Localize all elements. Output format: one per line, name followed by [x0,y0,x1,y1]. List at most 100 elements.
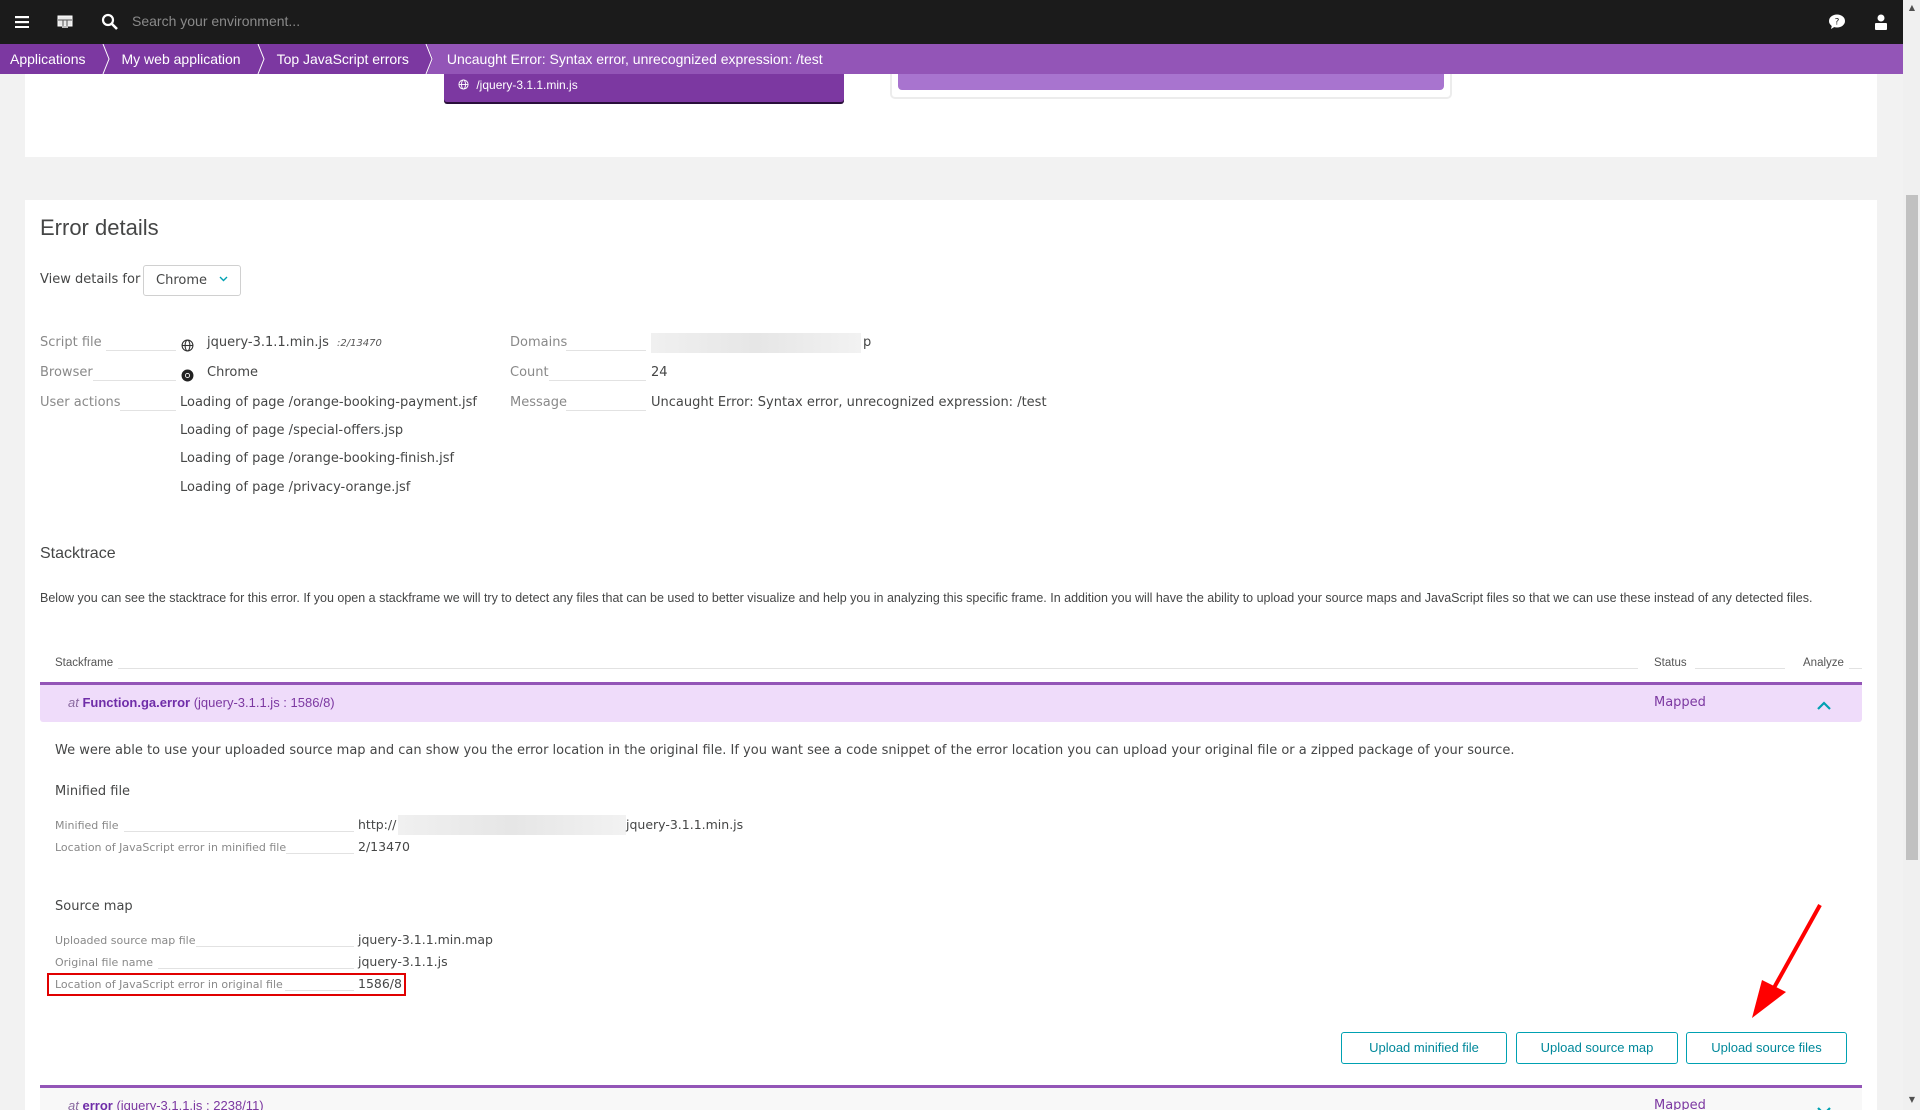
browser-select-dropdown[interactable]: Chrome [143,265,241,296]
annotation-arrow-icon [1752,904,1822,1018]
original-file-name-value: jquery-3.1.1.js [358,954,448,969]
user-action-link[interactable]: Loading of page /orange-booking-payment.… [180,395,477,410]
count-value: 24 [651,365,668,380]
breadcrumb-top-javascript-errors[interactable]: Top JavaScript errors [258,44,433,74]
domains-label: Domains [510,335,568,350]
breadcrumb-label: Applications [10,51,86,67]
script-file-tile-label: /jquery-3.1.1.min.js [476,78,578,92]
stackframe-location: (jquery-3.1.1.js : 2238/11) [116,1098,264,1110]
minified-location-label: Location of JavaScript error in minified… [55,841,287,854]
upload-source-files-button[interactable]: Upload source files [1686,1032,1847,1064]
search-input[interactable]: Search your environment... [132,13,300,29]
script-file-link[interactable]: jquery-3.1.1.min.js :2/13470 [207,335,382,350]
breadcrumb-my-web-application[interactable]: My web application [103,44,265,74]
stackframe-text: at error (jquery-3.1.1.js : 2238/11) [68,1098,264,1110]
minified-file-url-prefix[interactable]: http:// [358,817,396,832]
browser-label: Browser [40,365,93,380]
leader-line [106,350,176,351]
globe-icon [458,78,472,92]
breadcrumb-separator-icon [252,44,265,74]
chevron-down-icon[interactable] [1816,1101,1836,1110]
script-file-location: :2/13470 [336,338,382,349]
chrome-icon [181,367,194,386]
stackframe-at: at [68,1098,79,1110]
breadcrumb: Applications My web application Top Java… [0,44,1903,74]
annotation-highlight-box [47,973,406,996]
domains-value: p [863,335,872,350]
search-icon[interactable] [100,12,120,32]
leader-line [566,410,646,411]
column-header-analyze: Analyze [1803,657,1844,669]
leader-line [566,350,646,351]
summary-chart-card [890,74,1452,99]
minified-file-url-suffix[interactable]: jquery-3.1.1.min.js [626,817,743,832]
user-actions-label: User actions [40,395,121,410]
globe-icon [181,337,194,356]
chevron-up-icon[interactable] [1816,696,1836,712]
script-file-value: jquery-3.1.1.min.js [207,335,329,350]
breadcrumb-separator-icon [420,44,433,74]
user-action-link[interactable]: Loading of page /special-offers.jsp [180,423,403,438]
summary-bar [898,74,1444,90]
minified-location-value: 2/13470 [358,839,410,854]
breadcrumb-label: Top JavaScript errors [276,51,409,67]
dashboard-icon[interactable] [55,12,75,32]
stackframe-row-collapsed[interactable]: at error (jquery-3.1.1.js : 2238/11) Map… [40,1085,1862,1110]
help-chat-icon[interactable]: ? [1827,12,1847,32]
header-line [118,668,1638,669]
stackframe-function: error [82,1098,113,1110]
column-header-status: Status [1654,657,1687,669]
breadcrumb-label: My web application [121,51,241,67]
leader-line [549,380,646,381]
stackframe-location: (jquery-3.1.1.js : 1586/8) [193,695,335,710]
menu-icon[interactable] [12,12,32,32]
stackframe-text: at Function.ga.error (jquery-3.1.1.js : … [68,695,335,710]
redacted-domain [651,333,861,353]
stackframe-row-expanded[interactable]: at Function.ga.error (jquery-3.1.1.js : … [40,682,1862,722]
stackframe-at: at [68,695,79,710]
leader-line [196,946,354,947]
top-navigation-bar: Search your environment... ? [0,0,1903,44]
stacktrace-title: Stacktrace [40,545,116,562]
user-action-link[interactable]: Loading of page /privacy-orange.jsf [180,480,410,495]
count-label: Count [510,365,549,380]
uploaded-source-map-value: jquery-3.1.1.min.map [358,932,493,947]
header-line [1849,668,1862,669]
breadcrumb-current-error: Uncaught Error: Syntax error, unrecogniz… [426,44,841,74]
stackframe-function: Function.ga.error [82,695,191,710]
scroll-up-arrow-icon[interactable]: ▲ [1906,2,1918,14]
user-icon[interactable] [1871,12,1891,32]
breadcrumb-applications[interactable]: Applications [0,44,110,74]
upload-source-map-button[interactable]: Upload source map [1516,1032,1678,1064]
scrollbar-thumb[interactable] [1906,195,1918,860]
message-label: Message [510,395,567,410]
stackframe-status: Mapped [1654,1098,1706,1110]
error-details-title: Error details [40,215,159,240]
message-value: Uncaught Error: Syntax error, unrecogniz… [651,395,1047,410]
chevron-down-icon [219,274,228,285]
breadcrumb-label: Uncaught Error: Syntax error, unrecogniz… [446,51,823,67]
browser-value: Chrome [207,365,258,380]
breadcrumb-separator-icon [97,44,110,74]
minified-file-label: Minified file [55,819,119,832]
column-header-stackframe: Stackframe [55,657,114,669]
leader-line [158,968,354,969]
uploaded-source-map-label: Uploaded source map file [55,934,196,947]
header-line [1695,668,1785,669]
script-file-label: Script file [40,335,102,350]
source-map-explanation: We were able to use your uploaded source… [55,743,1515,758]
script-file-tile[interactable]: /jquery-3.1.1.min.js [444,74,844,102]
minified-file-heading: Minified file [55,784,131,799]
upload-minified-file-button[interactable]: Upload minified file [1341,1032,1507,1064]
browser-select-value: Chrome [156,273,207,288]
user-action-link[interactable]: Loading of page /orange-booking-finish.j… [180,451,454,466]
leader-line [120,410,176,411]
redacted-url [398,815,626,835]
stacktrace-description: Below you can see the stacktrace for thi… [40,591,1813,605]
scroll-down-arrow-icon[interactable]: ▼ [1906,1094,1918,1106]
stackframe-status: Mapped [1654,695,1706,710]
svg-text:?: ? [1835,18,1840,28]
source-map-heading: Source map [55,899,133,914]
leader-line [93,380,176,381]
view-details-for-label: View details for [40,272,141,287]
